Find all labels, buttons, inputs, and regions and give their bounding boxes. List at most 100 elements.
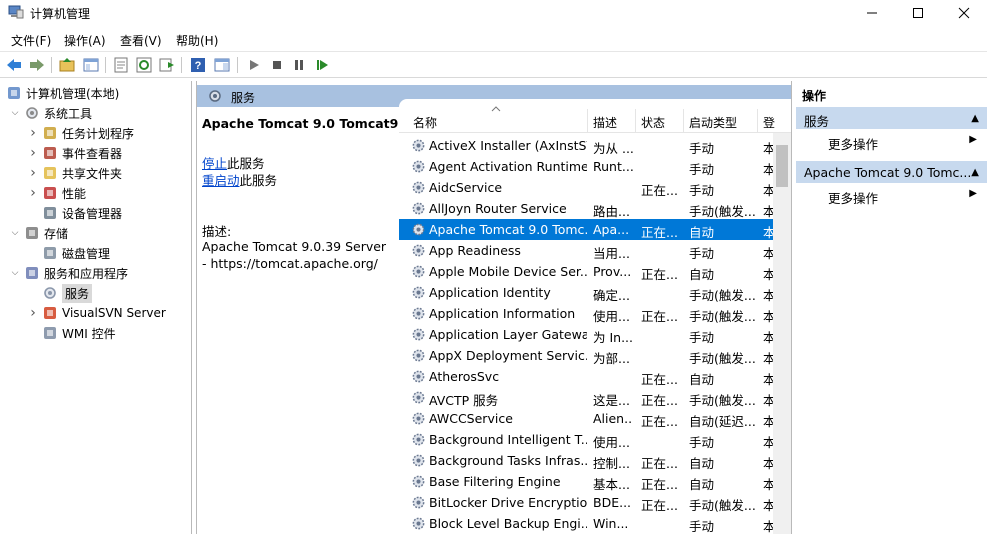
actions-section-selected-service[interactable]: Apache Tomcat 9.0 Tomc... ▲	[796, 161, 987, 183]
service-row[interactable]: Application Identity 确定... 手动(触发... 本	[399, 282, 773, 303]
expanded-chevron-icon[interactable]: ⌵	[10, 228, 20, 238]
tree-item[interactable]: ⌵ 服务和应用程序	[10, 263, 128, 283]
column-divider[interactable]	[757, 109, 758, 133]
more-actions-item[interactable]: 更多操作 ▶	[796, 184, 987, 206]
tree-item[interactable]: 计算机管理(本地)	[6, 83, 119, 103]
service-description: 为从 ...	[593, 141, 633, 156]
stop-service-link[interactable]: 停止	[202, 156, 227, 171]
service-startup-type: 手动	[689, 141, 715, 156]
maximize-icon	[913, 8, 923, 18]
service-startup-type: 自动(延迟...	[689, 414, 755, 429]
service-row[interactable]: AppX Deployment Servic... 为部... 手动(触发... 本	[399, 345, 773, 366]
more-actions-item[interactable]: 更多操作 ▶	[796, 130, 987, 152]
help-button[interactable]: ?	[189, 56, 207, 74]
service-row[interactable]: ActiveX Installer (AxInstSV) 为从 ... 手动 本	[399, 135, 773, 156]
export-list-button[interactable]	[158, 56, 176, 74]
tree-item[interactable]: › 事件查看器	[28, 143, 122, 163]
back-button[interactable]	[5, 56, 23, 74]
column-divider[interactable]	[683, 109, 684, 133]
forward-button[interactable]	[28, 56, 46, 74]
collapsed-chevron-icon[interactable]: ›	[28, 145, 38, 161]
menu-file[interactable]: 文件(F)	[11, 32, 51, 49]
menu-view[interactable]: 查看(V)	[120, 32, 162, 49]
service-row[interactable]: AVCTP 服务 这是... 正在... 手动(触发... 本	[399, 387, 773, 408]
column-header-startup-type[interactable]: 启动类型	[689, 114, 737, 131]
start-service-button[interactable]	[245, 56, 263, 74]
service-row[interactable]: Application Layer Gatewa... 为 In... 手动 本	[399, 324, 773, 345]
show-hide-tree-button[interactable]	[82, 56, 100, 74]
service-row[interactable]: Apache Tomcat 9.0 Tomc... Apa... 正在... 自动 本	[399, 219, 773, 240]
service-row[interactable]: AllJoyn Router Service 路由... 手动(触发... 本	[399, 198, 773, 219]
collapsed-chevron-icon[interactable]: ›	[28, 125, 38, 141]
service-row[interactable]: BitLocker Drive Encryptio... BDE... 正在... 手…	[399, 492, 773, 513]
service-row[interactable]: AWCCService Alien... 正在... 自动(延迟... 本	[399, 408, 773, 429]
tree-item[interactable]: › 共享文件夹	[28, 163, 122, 183]
expanded-chevron-icon[interactable]: ⌵	[10, 268, 20, 278]
service-description: Apa...	[593, 222, 630, 237]
tree-item-label: WMI 控件	[62, 326, 116, 341]
collapsed-chevron-icon[interactable]: ›	[28, 305, 38, 321]
tree-item[interactable]: › 任务计划程序	[28, 123, 134, 143]
tree-item[interactable]: WMI 控件	[28, 323, 116, 343]
service-row[interactable]: Background Tasks Infras... 控制... 正在... 自动 本	[399, 450, 773, 471]
service-name: Application Layer Gatewa...	[429, 327, 587, 342]
refresh-button[interactable]	[135, 56, 153, 74]
service-row[interactable]: Block Level Backup Engi... Win... 手动 本	[399, 513, 773, 534]
restart-service-link[interactable]: 重启动	[202, 173, 240, 188]
close-icon	[958, 7, 970, 19]
column-header-description[interactable]: 描述	[593, 114, 617, 131]
services-icon	[44, 287, 56, 299]
stop-service-button[interactable]	[268, 56, 286, 74]
column-divider[interactable]	[635, 109, 636, 133]
service-row[interactable]: Agent Activation Runtime... Runt... 手动 本	[399, 156, 773, 177]
expanded-chevron-icon[interactable]: ⌵	[10, 108, 20, 118]
description-text: Apache Tomcat 9.0.39 Server - https://to…	[202, 239, 387, 271]
service-row[interactable]: App Readiness 当用... 手动 本	[399, 240, 773, 261]
service-row[interactable]: Apple Mobile Device Ser... Prov... 正在... 自动…	[399, 261, 773, 282]
collapsed-chevron-icon[interactable]: ›	[28, 165, 38, 181]
service-name: AppX Deployment Servic...	[429, 348, 587, 363]
actions-section-services[interactable]: 服务 ▲	[796, 107, 987, 129]
service-description: 当用...	[593, 246, 630, 261]
tree-item-label: 性能	[62, 186, 87, 201]
service-row[interactable]: Application Information 使用... 正在... 手动(触发..…	[399, 303, 773, 324]
service-row[interactable]: AtherosSvc 正在... 自动 本	[399, 366, 773, 387]
service-row[interactable]: Base Filtering Engine 基本... 正在... 自动 本	[399, 471, 773, 492]
up-level-button[interactable]	[58, 56, 76, 74]
service-gear-icon	[412, 370, 425, 383]
submenu-arrow-icon: ▶	[969, 134, 977, 145]
action-pane-button[interactable]	[213, 56, 231, 74]
tree-item[interactable]: 磁盘管理	[28, 243, 110, 263]
service-row[interactable]: Background Intelligent T... 使用... 手动 本	[399, 429, 773, 450]
properties-button[interactable]	[112, 56, 130, 74]
tree-item[interactable]: 服务	[28, 283, 93, 303]
close-button[interactable]	[941, 0, 987, 26]
menu-help[interactable]: 帮助(H)	[176, 32, 218, 49]
restart-service-button[interactable]	[313, 56, 331, 74]
minimize-button[interactable]	[849, 0, 895, 26]
tree-item[interactable]: ⌵ 系统工具	[10, 103, 92, 123]
column-header-status[interactable]: 状态	[641, 114, 665, 131]
tree-item[interactable]: ⌵ 存储	[10, 223, 68, 243]
vertical-scrollbar[interactable]	[773, 133, 791, 534]
scrollbar-thumb[interactable]	[776, 145, 788, 187]
collapsed-chevron-icon[interactable]: ›	[28, 185, 38, 201]
tree-item[interactable]: › 性能	[28, 183, 86, 203]
stop-service-suffix: 此服务	[227, 156, 265, 171]
service-row[interactable]: AidcService 正在... 手动 本	[399, 177, 773, 198]
service-logon: 本	[763, 330, 773, 345]
menu-action[interactable]: 操作(A)	[64, 32, 106, 49]
service-description: 基本...	[593, 477, 630, 492]
tree-item-label: 计算机管理(本地)	[26, 86, 120, 101]
maximize-button[interactable]	[895, 0, 941, 26]
refresh-icon	[136, 57, 152, 73]
storage-icon	[26, 227, 38, 239]
more-actions-label: 更多操作	[828, 137, 879, 152]
tree-item[interactable]: › VisualSVN Server	[28, 303, 166, 323]
column-header-logon[interactable]: 登	[763, 114, 775, 131]
column-header-name[interactable]: 名称	[413, 114, 437, 131]
column-divider[interactable]	[587, 109, 588, 133]
service-name: Block Level Backup Engi...	[429, 516, 587, 531]
pause-service-button[interactable]	[290, 56, 308, 74]
tree-item[interactable]: 设备管理器	[28, 203, 122, 223]
